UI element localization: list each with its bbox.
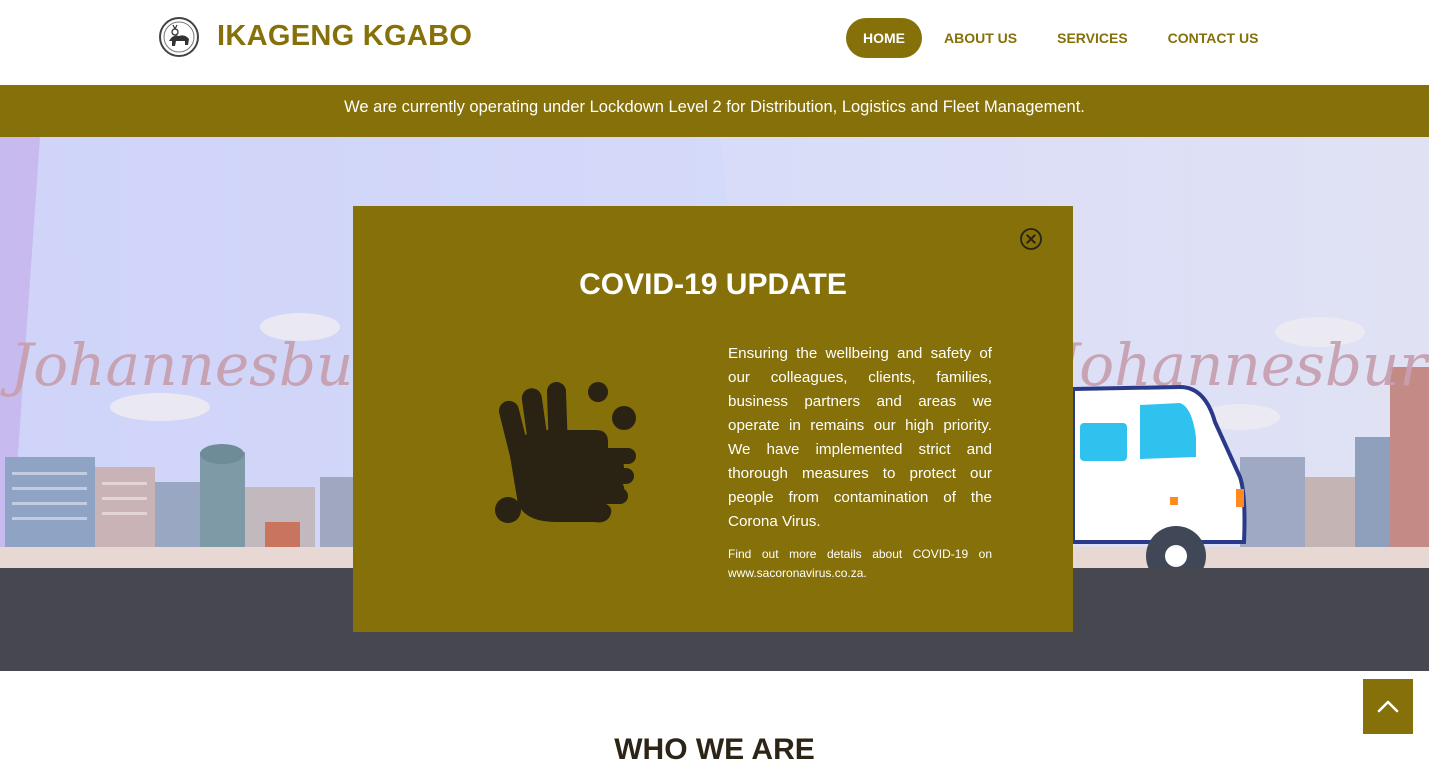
modal-body-text: Ensuring the wellbeing and safety of our… xyxy=(728,345,992,530)
nav-services[interactable]: SERVICES xyxy=(1057,18,1128,58)
covid-update-modal: COVID-19 UPDATE Ensuring the wellbeing a… xyxy=(353,206,1073,632)
modal-link-text[interactable]: Find out more details about COVID-19 on … xyxy=(728,545,992,583)
brand-name[interactable]: IKAGENG KGABO xyxy=(217,20,472,53)
who-we-are-heading: WHO WE ARE xyxy=(614,733,815,766)
back-to-top-button[interactable] xyxy=(1363,679,1413,734)
modal-title: COVID-19 UPDATE xyxy=(579,268,847,301)
hand-washing-icon xyxy=(486,368,646,528)
main-nav: HOME ABOUT US SERVICES CONTACT US xyxy=(846,18,1258,58)
site-header: IKAGENG KGABO HOME ABOUT US SERVICES CON… xyxy=(0,0,1429,85)
lockdown-notice-bar: We are currently operating under Lockdow… xyxy=(0,85,1429,137)
chevron-up-icon xyxy=(1377,700,1399,713)
close-icon[interactable] xyxy=(1019,227,1043,251)
lockdown-notice-text: We are currently operating under Lockdow… xyxy=(344,98,1085,116)
nav-home[interactable]: HOME xyxy=(846,18,922,58)
nav-about-us[interactable]: ABOUT US xyxy=(944,18,1017,58)
nav-contact-us[interactable]: CONTACT US xyxy=(1168,18,1259,58)
logo-icon[interactable] xyxy=(159,17,199,57)
